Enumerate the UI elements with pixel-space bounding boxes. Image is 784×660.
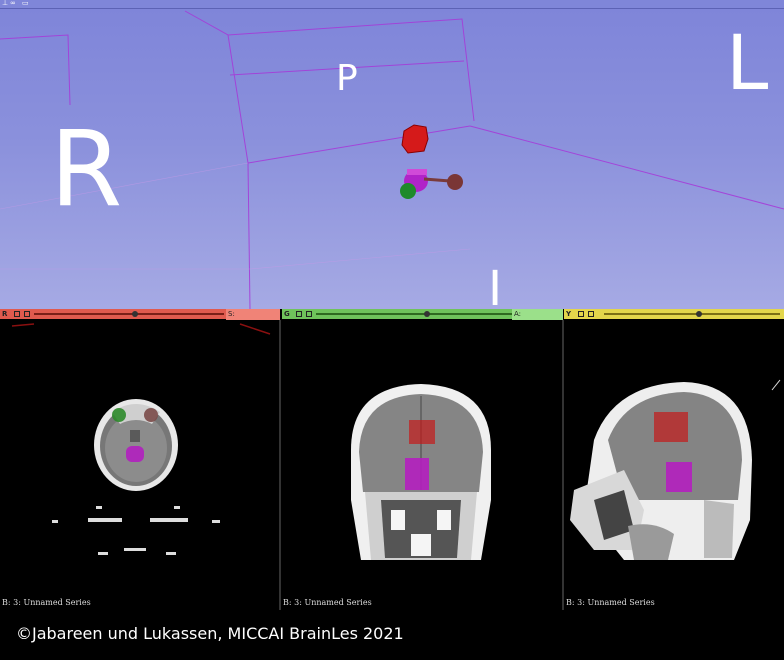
orientation-label-left: L	[726, 18, 769, 107]
yellow-slice-slider-handle[interactable]	[696, 311, 702, 317]
sagittal-series-label: B: 3: Unnamed Series	[566, 598, 655, 607]
axial-slice-view[interactable]: B: 3: Unnamed Series	[0, 320, 279, 610]
yellow-pin-icon[interactable]	[578, 311, 584, 317]
green-slice-slider[interactable]	[316, 313, 512, 315]
red-slice-controller: R S: -117.5000mm	[0, 309, 280, 329]
3d-view[interactable]: R L P I	[0, 9, 784, 309]
segmentation-models	[400, 124, 463, 199]
orientation-label-inferior: I	[488, 261, 503, 309]
coronal-ct-image	[351, 384, 491, 560]
orientation-label-posterior: P	[336, 58, 358, 99]
yellow-slice-letter: Y	[566, 310, 572, 318]
sagittal-slice-view[interactable]: B: 3: Unnamed Series	[564, 320, 784, 610]
axial-ct-image	[11, 323, 271, 555]
yellow-slice-slider[interactable]	[604, 313, 780, 315]
orientation-label-right: R	[50, 108, 123, 230]
link-icon[interactable]: ∞	[10, 0, 16, 7]
red-slice-slider-handle[interactable]	[132, 311, 138, 317]
sagittal-ct-image	[570, 379, 781, 560]
red-pin-icon[interactable]	[14, 311, 20, 317]
green-link-icon[interactable]	[306, 311, 312, 317]
green-slice-slider-handle[interactable]	[424, 311, 430, 317]
green-slice-controller: G A: 282.9297mm	[282, 309, 564, 329]
copyright-notice: ©Jabareen und Lukassen, MICCAI BrainLes …	[16, 624, 404, 643]
coronal-slice-view[interactable]: B: 3: Unnamed Series	[281, 320, 562, 610]
red-link-icon[interactable]	[24, 311, 30, 317]
green-pin-icon[interactable]	[296, 311, 302, 317]
axial-series-label: B: 3: Unnamed Series	[2, 598, 91, 607]
yellow-slice-controller: Y	[564, 309, 784, 319]
red-slice-slider[interactable]	[34, 313, 224, 315]
yellow-link-icon[interactable]	[588, 311, 594, 317]
coronal-series-label: B: 3: Unnamed Series	[283, 598, 372, 607]
view-toolbar: ⊥ ∞ ▭	[0, 0, 784, 9]
red-slice-letter: R	[2, 310, 8, 318]
maximize-icon[interactable]: ▭	[22, 0, 29, 7]
pin-icon[interactable]: ⊥	[2, 0, 8, 7]
green-slice-letter: G	[284, 310, 290, 318]
